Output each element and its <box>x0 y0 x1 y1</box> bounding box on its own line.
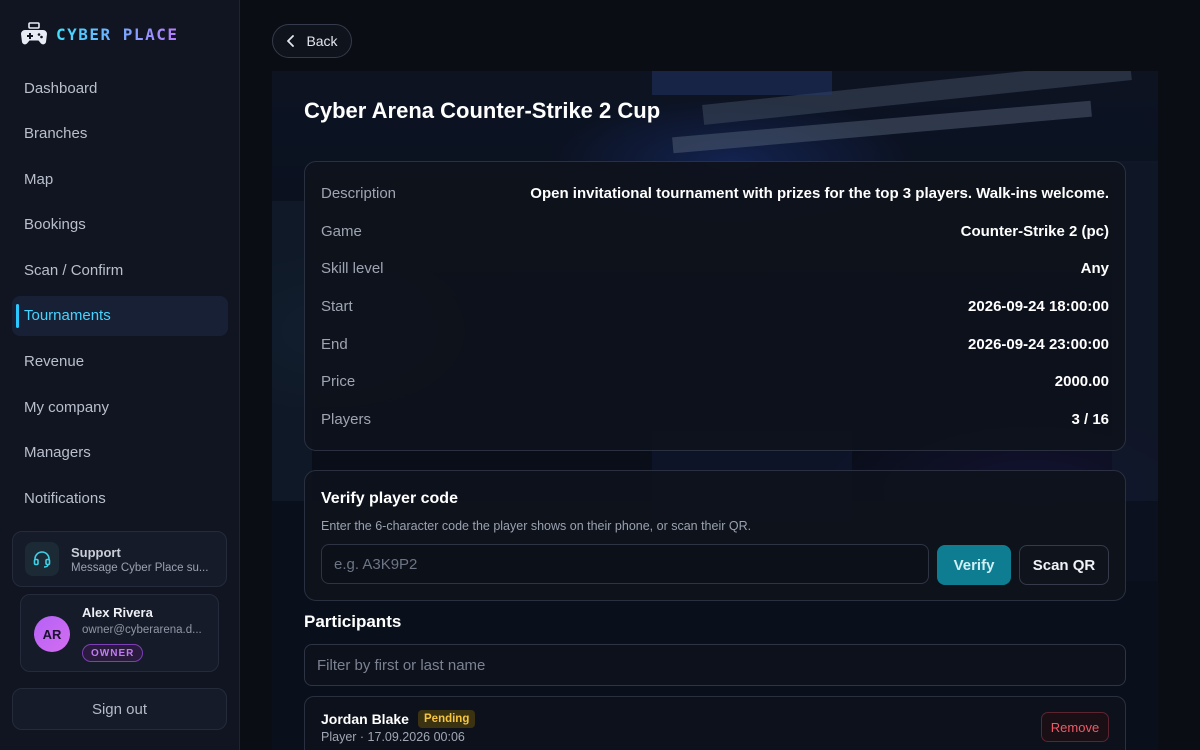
sidebar-item-managers[interactable]: Managers <box>12 433 228 473</box>
detail-label: Game <box>321 222 362 240</box>
detail-row-description: Description Open invitational tournament… <box>321 175 1109 213</box>
verify-title: Verify player code <box>321 490 458 507</box>
detail-label: Players <box>321 410 372 428</box>
sidebar: CYBER PLACE Dashboard Branches Map Booki… <box>0 0 240 750</box>
scan-qr-button[interactable]: Scan QR <box>1019 545 1109 585</box>
gamepad-icon <box>21 22 47 45</box>
sidebar-item-dashboard[interactable]: Dashboard <box>12 68 228 108</box>
support-title: Support <box>71 544 121 560</box>
brand[interactable]: CYBER PLACE <box>20 20 178 48</box>
verify-hint: Enter the 6-character code the player sh… <box>321 519 752 533</box>
sidebar-item-revenue[interactable]: Revenue <box>12 342 228 382</box>
sidebar-item-branches[interactable]: Branches <box>12 114 228 154</box>
page-title: Cyber Arena Counter-Strike 2 Cup <box>304 98 661 123</box>
user-name: Alex Rivera <box>82 605 153 620</box>
detail-row-end: End 2026-09-24 23:00:00 <box>321 325 1109 363</box>
sidebar-nav: Dashboard Branches Map Bookings Scan / C… <box>12 68 228 524</box>
detail-row-skill-level: Skill level Any <box>321 250 1109 288</box>
detail-value: Counter-Strike 2 (pc) <box>960 222 1109 240</box>
participants-heading: Participants <box>304 612 402 631</box>
back-label: Back <box>306 33 338 49</box>
support-subtitle: Message Cyber Place su... <box>71 561 209 574</box>
user-email: owner@cyberarena.d... <box>82 624 202 636</box>
detail-label: Description <box>321 185 397 203</box>
detail-value: 2000.00 <box>1054 373 1109 391</box>
chevron-left-icon <box>287 35 295 47</box>
detail-row-start: Start 2026-09-24 18:00:00 <box>321 288 1109 326</box>
tournament-details-card: Description Open invitational tournament… <box>304 161 1126 451</box>
brand-name: CYBER PLACE <box>56 24 179 44</box>
detail-label: Skill level <box>321 260 384 278</box>
detail-value: Open invitational tournament with prizes… <box>530 185 1109 203</box>
sidebar-item-bookings[interactable]: Bookings <box>12 205 228 245</box>
avatar: AR <box>34 616 70 652</box>
detail-value: Any <box>1080 260 1109 278</box>
detail-value: 2026-09-24 23:00:00 <box>968 335 1109 353</box>
list-item: Jordan Blake Pending Player · 17.09.2026… <box>304 696 1126 750</box>
headset-icon <box>25 542 59 576</box>
player-code-input[interactable] <box>321 544 929 584</box>
status-badge: Pending <box>418 710 476 728</box>
detail-row-price: Price 2000.00 <box>321 363 1109 401</box>
detail-label: Start <box>321 298 353 316</box>
detail-row-game: Game Counter-Strike 2 (pc) <box>321 213 1109 251</box>
detail-label: Price <box>321 373 356 391</box>
participant-filter-input[interactable] <box>304 644 1126 686</box>
sidebar-item-my-company[interactable]: My company <box>12 387 228 427</box>
back-button[interactable]: Back <box>272 24 352 58</box>
sidebar-item-notifications[interactable]: Notifications <box>12 478 228 518</box>
detail-value: 2026-09-24 18:00:00 <box>968 298 1109 316</box>
sidebar-item-tournaments[interactable]: Tournaments <box>12 295 228 336</box>
remove-participant-button[interactable]: Remove <box>1041 712 1109 742</box>
user-card[interactable]: AR Alex Rivera owner@cyberarena.d... OWN… <box>20 594 219 672</box>
sidebar-item-map[interactable]: Map <box>12 159 228 199</box>
support-card[interactable]: Support Message Cyber Place su... <box>12 531 227 587</box>
participant-name: Jordan Blake <box>321 711 409 727</box>
participant-meta: Player · 17.09.2026 00:06 <box>321 730 465 744</box>
detail-value: 3 / 16 <box>1071 410 1109 428</box>
detail-label: End <box>321 335 348 353</box>
verify-code-card: Verify player code Enter the 6-character… <box>304 470 1126 601</box>
sign-out-button[interactable]: Sign out <box>12 688 227 730</box>
sidebar-item-scan-confirm[interactable]: Scan / Confirm <box>12 250 228 290</box>
detail-row-players: Players 3 / 16 <box>321 401 1109 439</box>
verify-button[interactable]: Verify <box>937 545 1011 585</box>
role-badge: OWNER <box>82 644 144 662</box>
